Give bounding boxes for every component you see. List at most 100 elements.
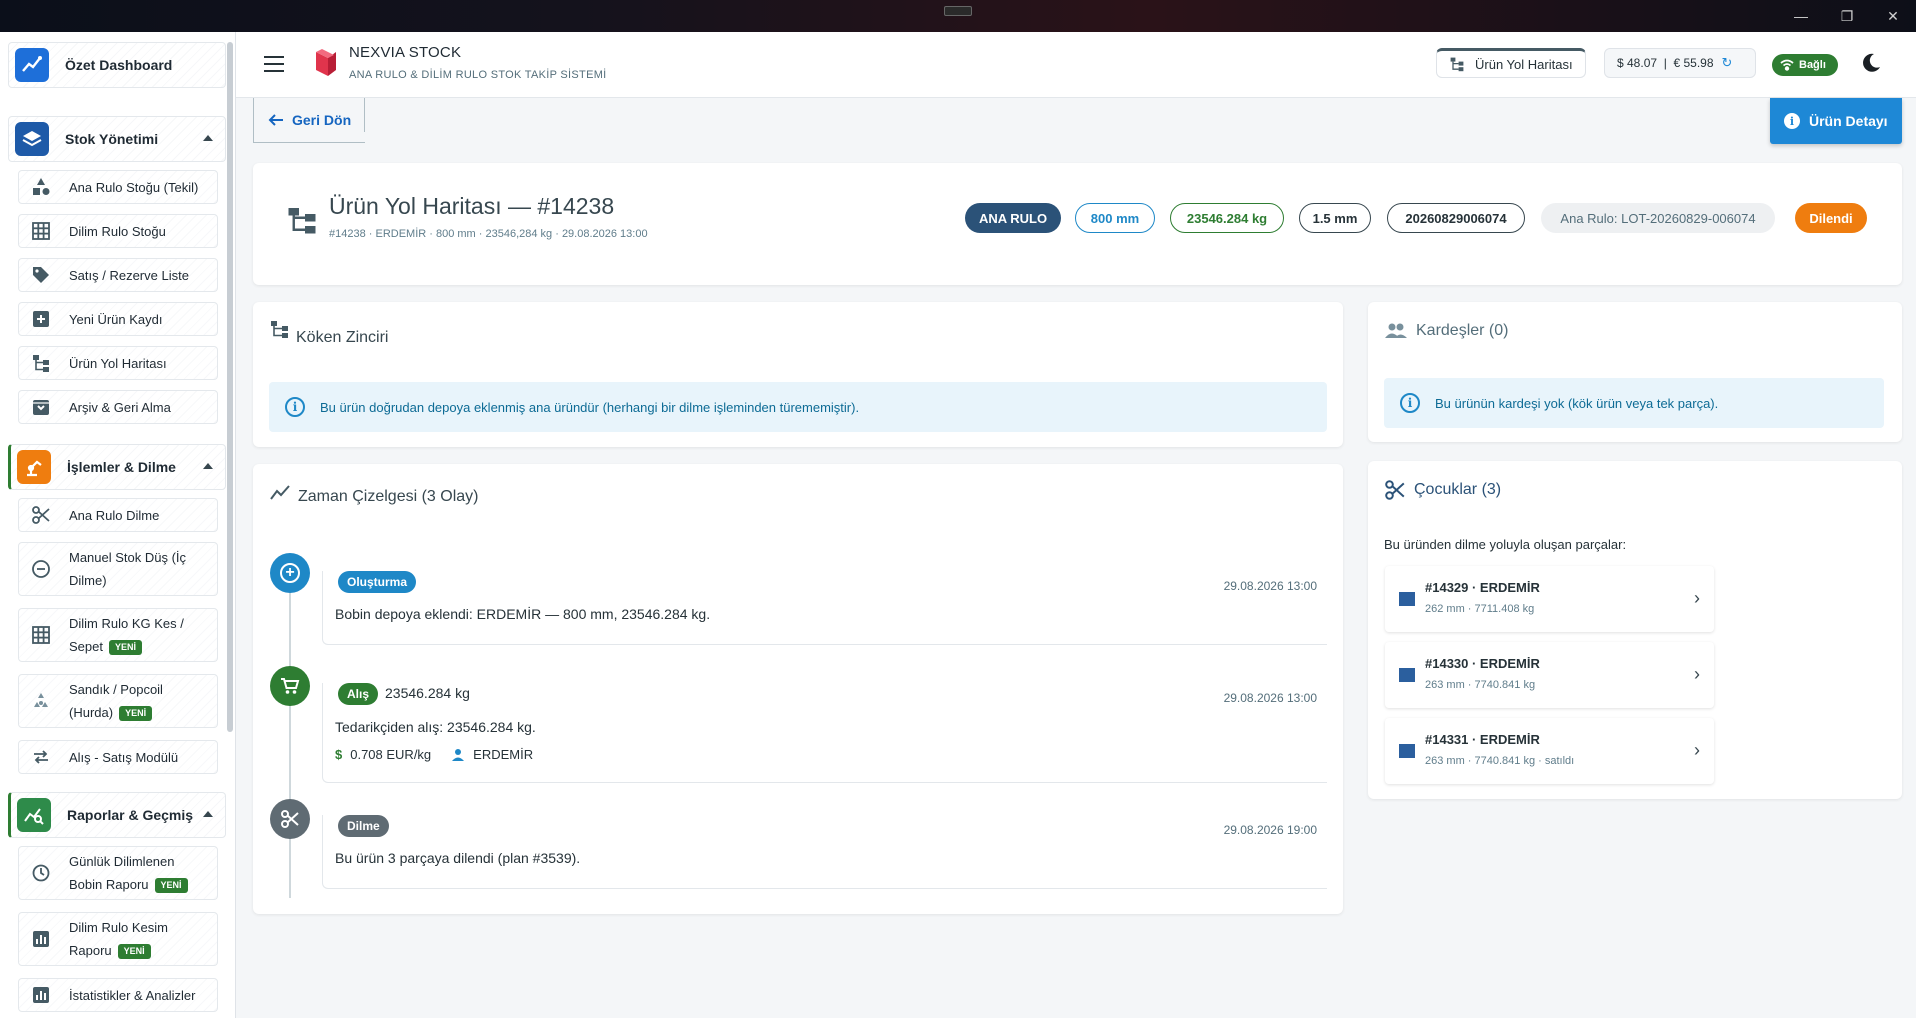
- child-item[interactable]: #14330 · ERDEMİR 263 mm · 7740.841 kg ›: [1385, 642, 1714, 708]
- sidebar-item-ana-rulo-dilme[interactable]: Ana Rulo Dilme: [18, 498, 218, 532]
- swap-icon: [29, 745, 53, 769]
- chevron-right-icon: ›: [1694, 740, 1700, 760]
- layers-icon: [15, 122, 49, 156]
- grid-icon: [29, 219, 53, 243]
- siblings-info-text: Bu ürünün kardeşi yok (kök ürün veya tek…: [1435, 395, 1719, 411]
- coil-swatch: [1399, 744, 1415, 758]
- dollar-icon: $: [335, 747, 343, 762]
- chevron-right-icon: ›: [1694, 664, 1700, 684]
- sidebar-item-dilim-rulo-stok[interactable]: Dilim Rulo Stoğu: [18, 214, 218, 248]
- back-label: Geri Dön: [292, 112, 352, 128]
- origin-chain-card: Köken Zinciri i Bu ürün doğrudan depoya …: [253, 302, 1343, 447]
- chevron-up-icon[interactable]: [203, 811, 213, 817]
- product-subtitle: #14238 · ERDEMİR · 800 mm · 23546,284 kg…: [329, 228, 648, 240]
- sidebar-section-stock[interactable]: Stok Yönetimi: [8, 116, 226, 162]
- sidebar-dashboard[interactable]: Özet Dashboard: [8, 42, 226, 88]
- event-date: 29.08.2026 13:00: [1223, 691, 1317, 705]
- dark-mode-icon[interactable]: [1860, 52, 1882, 74]
- child-detail: 262 mm · 7711.408 kg: [1425, 603, 1535, 615]
- drag-handle[interactable]: [944, 6, 972, 16]
- close-button[interactable]: ✕: [1870, 0, 1916, 32]
- event-chip: Alış: [338, 683, 379, 705]
- timeline-event: Alış 23546.284 kg 29.08.2026 13:00 Tedar…: [322, 683, 1327, 783]
- event-date: 29.08.2026 19:00: [1223, 823, 1317, 837]
- recycle-icon: [29, 689, 53, 713]
- sidebar-item-arsiv[interactable]: Arşiv & Geri Alma: [18, 390, 218, 424]
- child-item[interactable]: #14331 · ERDEMİR 263 mm · 7740.841 kg · …: [1385, 718, 1714, 784]
- menu-icon[interactable]: [264, 56, 284, 72]
- scissors-icon: [29, 503, 53, 527]
- siblings-title: Kardeşler (0): [1416, 322, 1509, 339]
- event-meta: $ 0.708 EUR/kg ERDEMİR: [335, 747, 533, 762]
- stats-icon: [29, 983, 53, 1007]
- sidebar-item-label: Ürün Yol Haritası: [69, 355, 167, 371]
- sidebar-item-urun-yol-haritasi[interactable]: Ürün Yol Haritası: [18, 346, 218, 380]
- sidebar-item-alis-satis[interactable]: Alış - Satış Modülü: [18, 740, 218, 774]
- sidebar-item-ana-rulo-stok[interactable]: Ana Rulo Stoğu (Tekil): [18, 170, 218, 204]
- event-price: 0.708 EUR/kg: [350, 747, 432, 762]
- sidebar-section-operations[interactable]: İşlemler & Dilme: [8, 444, 226, 490]
- sidebar-item-istatistikler[interactable]: İstatistikler & Analizler: [18, 978, 218, 1012]
- connection-label: Bağlı: [1799, 59, 1826, 71]
- wifi-icon: [1780, 59, 1794, 71]
- sidebar-item-sandik-popcoil[interactable]: Sandık / Popcoil (Hurda) YENİ: [18, 674, 218, 728]
- event-text: Tedarikçiden alış: 23546.284 kg.: [335, 719, 536, 735]
- sidebar-item-satis-rezerve[interactable]: Satış / Rezerve Liste: [18, 258, 218, 292]
- analytics-icon: [17, 798, 51, 832]
- fx-rates: $ 48.07 | € 55.98 ↻: [1604, 48, 1756, 78]
- sidebar-section-reports[interactable]: Raporlar & Geçmiş: [8, 792, 226, 838]
- timeline-title: Zaman Çizelgesi (3 Olay): [298, 488, 479, 505]
- route-chip[interactable]: Ürün Yol Haritası: [1436, 48, 1586, 78]
- scissors-icon: [280, 809, 300, 829]
- arrow-left-icon: [268, 113, 284, 127]
- sidebar-item-yeni-urun[interactable]: Yeni Ürün Kaydı: [18, 302, 218, 336]
- chip-lot: Ana Rulo: LOT-20260829-006074: [1541, 203, 1775, 233]
- minimize-button[interactable]: —: [1778, 0, 1824, 32]
- event-text: Bobin depoya eklendi: ERDEMİR — 800 mm, …: [335, 606, 711, 622]
- children-title: Çocuklar (3): [1414, 481, 1502, 498]
- chevron-up-icon[interactable]: [203, 135, 213, 141]
- sidebar-item-label: Yeni Ürün Kaydı: [69, 311, 163, 327]
- sidebar-item-gunluk-rapor[interactable]: Günlük Dilimlenen Bobin Raporu YENİ: [18, 846, 218, 900]
- child-name: #14329 · ERDEMİR: [1425, 580, 1540, 595]
- sidebar-item-manuel-stok-dus[interactable]: Manuel Stok Düş (İç Dilme): [18, 542, 218, 596]
- event-date: 29.08.2026 13:00: [1223, 579, 1317, 593]
- maximize-button[interactable]: ❐: [1824, 0, 1870, 32]
- connection-status: Bağlı: [1772, 54, 1838, 76]
- sidebar-item-kesim-raporu[interactable]: Dilim Rulo Kesim Raporu YENİ: [18, 912, 218, 966]
- cart-icon: [280, 677, 300, 695]
- child-item[interactable]: #14329 · ERDEMİR 262 mm · 7711.408 kg ›: [1385, 566, 1714, 632]
- event-text: Bu ürün 3 parçaya dilendi (plan #3539).: [335, 850, 581, 866]
- history-icon: [29, 861, 53, 885]
- timeline-dot: +: [270, 553, 310, 593]
- app-subtitle: ANA RULO & DİLİM RULO STOK TAKİP SİSTEMİ: [349, 69, 607, 81]
- trend-icon: [270, 484, 290, 502]
- add-circle-icon: +: [280, 563, 300, 583]
- event-chip: Oluşturma: [338, 571, 417, 593]
- chevron-up-icon[interactable]: [203, 463, 213, 469]
- product-detail-button[interactable]: i Ürün Detayı: [1770, 98, 1902, 144]
- chip-code: 20260829006074: [1387, 203, 1525, 233]
- child-detail: 263 mm · 7740.841 kg · satıldı: [1425, 755, 1575, 767]
- grid-icon: [29, 623, 53, 647]
- new-badge: YENİ: [119, 706, 153, 722]
- sidebar-dashboard-label: Özet Dashboard: [65, 57, 173, 73]
- sidebar-section-label: İşlemler & Dilme: [67, 459, 176, 475]
- sidebar-item-label: İstatistikler & Analizler: [69, 987, 196, 1003]
- app-logo: [312, 48, 338, 78]
- scissors-icon: [1384, 479, 1406, 501]
- sidebar-item-label: Dilim Rulo Stoğu: [69, 223, 166, 239]
- archive-icon: [29, 395, 53, 419]
- new-badge: YENİ: [108, 640, 142, 656]
- tree-icon: [1449, 56, 1465, 72]
- refresh-icon[interactable]: ↻: [1722, 55, 1733, 71]
- coil-swatch: [1399, 592, 1415, 606]
- timeline-dot: [270, 666, 310, 706]
- add-box-icon: [29, 307, 53, 331]
- status-badge: Dilendi: [1795, 203, 1867, 233]
- sidebar-item-dilim-kg-kes[interactable]: Dilim Rulo KG Kes / Sepet YENİ: [18, 608, 218, 662]
- back-button[interactable]: Geri Dön: [253, 98, 365, 143]
- sidebar-item-label: Ana Rulo Stoğu (Tekil): [69, 179, 199, 195]
- people-icon: [1384, 323, 1408, 339]
- sidebar-scrollbar[interactable]: [227, 42, 233, 732]
